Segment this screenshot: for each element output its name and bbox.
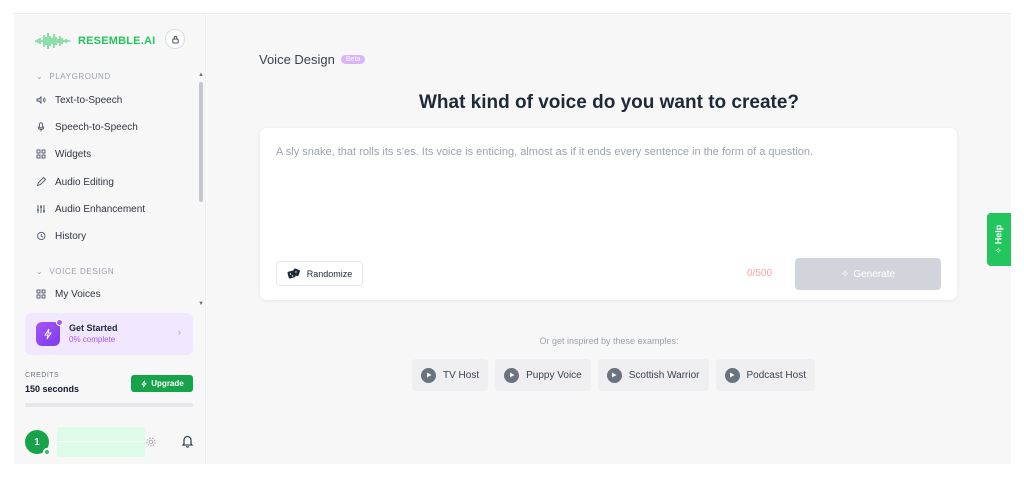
main-content: Voice Design Beta What kind of voice do … [207,14,1011,464]
upgrade-button[interactable]: Upgrade [131,375,193,392]
play-icon [421,367,436,383]
credits-label: CREDITS [25,372,60,379]
brand-logo[interactable]: RESEMBLE.AI [34,31,186,51]
example-tv-host-button[interactable]: TV Host [412,359,489,391]
lock-sidebar-button[interactable] [165,29,185,49]
sidebar-item-my-voices[interactable]: My Voices [36,285,101,303]
speaker-icon [36,95,46,105]
chevron-down-icon: ⌄ [36,72,44,81]
lightning-icon [36,322,60,346]
examples-label: Or get inspired by these examples: [539,336,679,346]
sidebar-item-text-to-speech[interactable]: Text-to-Speech [36,91,122,109]
chevron-right-icon: › [178,327,181,337]
user-name-placeholder[interactable] [57,427,145,457]
page-title: Voice Design Beta [259,52,366,67]
example-puppy-voice-button[interactable]: Puppy Voice [495,359,591,391]
scroll-down-arrow-icon[interactable]: ▼ [198,301,204,307]
lock-icon [171,35,179,44]
sidebar-item-audio-enhancement[interactable]: Audio Enhancement [36,200,145,218]
sliders-icon [37,205,45,213]
get-started-card[interactable]: Get Started 0% complete › [25,313,193,355]
generate-button[interactable]: ✧ Generate [795,258,941,290]
history-icon [37,231,46,241]
lightning-icon [141,379,148,388]
get-started-progress: 0% complete [69,335,116,344]
play-icon [504,367,520,383]
sidebar-item-widgets[interactable]: Widgets [36,145,91,163]
beta-badge: Beta [340,55,366,64]
chevron-down-icon: ⌄ [36,267,44,276]
brand-name: RESEMBLE.AI [78,35,156,47]
headline: What kind of voice do you want to create… [418,92,800,113]
randomize-button[interactable]: Randomize [276,261,363,286]
examples-row: TV Host Puppy Voice Scottish Warrior Pod… [412,359,815,391]
voice-design-section-header[interactable]: ⌄ VOICE DESIGN [36,267,114,276]
dice-icon [287,268,300,278]
sidebar-item-audio-editing[interactable]: Audio Editing [36,173,114,191]
waveform-logo-icon [35,33,71,49]
sidebar-item-history[interactable]: History [36,227,86,245]
online-status-dot [43,448,51,456]
scroll-up-arrow-icon[interactable]: ▲ [198,72,204,78]
scrollbar-thumb[interactable] [199,82,203,202]
character-counter: 0/500 [747,268,773,279]
sidebar-item-speech-to-speech[interactable]: Speech-to-Speech [36,118,138,136]
voice-prompt-card: A sly snake, that rolls its s'es. Its vo… [260,128,957,300]
sidebar: RESEMBLE.AI ⌄ PLAYGROUND Text-to-Speech … [14,14,206,464]
sparkle-icon: ✧ [993,244,1004,255]
play-icon [606,367,622,383]
sparkle-icon: ✧ [840,268,850,280]
app-window: RESEMBLE.AI ⌄ PLAYGROUND Text-to-Speech … [14,13,1011,464]
grid-icon [36,149,46,159]
play-icon [724,367,740,383]
credits-bar [25,403,193,407]
pen-icon [36,177,46,187]
playground-section-header[interactable]: ⌄ PLAYGROUND [36,72,111,81]
help-tab[interactable]: ✧ Help [987,213,1011,266]
voice-description-input[interactable]: A sly snake, that rolls its s'es. Its vo… [276,146,936,158]
gear-icon[interactable] [145,436,157,448]
bell-icon[interactable] [181,434,194,448]
microphone-icon [37,122,45,132]
example-scottish-warrior-button[interactable]: Scottish Warrior [597,359,709,391]
get-started-title: Get Started [69,323,118,333]
grid-icon [36,289,46,299]
credits-value: 150 seconds [25,384,80,394]
example-podcast-host-button[interactable]: Podcast Host [715,359,815,391]
sidebar-scrollbar[interactable]: ▲ ▼ [198,72,204,307]
divider [57,441,145,442]
notification-dot [56,319,63,326]
